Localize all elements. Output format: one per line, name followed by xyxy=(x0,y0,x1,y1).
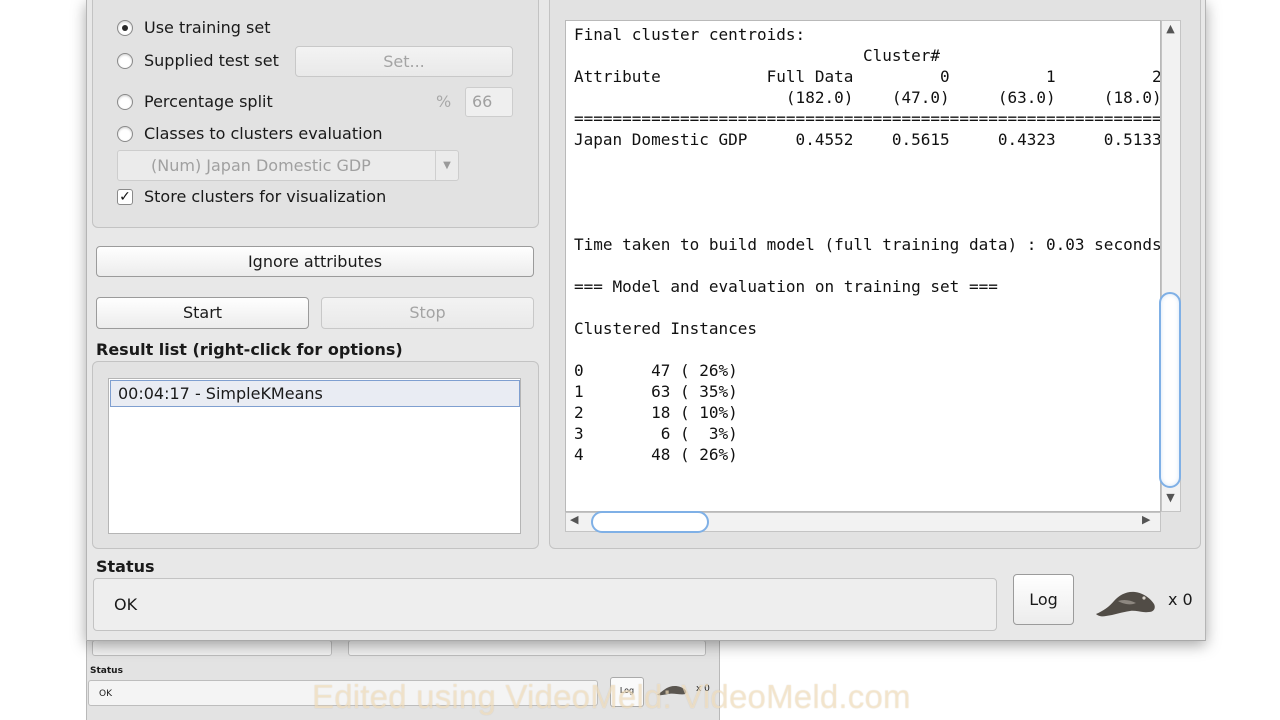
status-count: x 0 xyxy=(1168,590,1193,609)
scroll-right-arrow-icon[interactable]: ▶ xyxy=(1142,513,1150,526)
percentage-split-input[interactable]: 66 xyxy=(465,87,513,117)
output-line: ========================================… xyxy=(574,109,1161,128)
classes-to-clusters-radio[interactable] xyxy=(117,126,133,142)
store-clusters-checkbox[interactable]: ✓ xyxy=(117,189,133,205)
status-message: OK xyxy=(93,578,997,631)
output-horizontal-scroll-thumb[interactable] xyxy=(591,511,709,533)
start-button[interactable]: Start xyxy=(96,297,309,329)
scroll-up-arrow-icon[interactable]: ▲ xyxy=(1163,22,1178,35)
background-status-label: Status xyxy=(90,666,123,676)
output-vertical-scroll-thumb[interactable] xyxy=(1159,292,1181,488)
scroll-left-arrow-icon[interactable]: ◀ xyxy=(570,513,578,526)
output-line: 0 47 ( 26%) xyxy=(574,361,738,380)
watermark-text: Edited using VideoMeld: VideoMeld.com xyxy=(312,678,911,715)
class-attribute-select[interactable]: (Num) Japan Domestic GDP ▼ xyxy=(117,150,459,181)
set-test-set-button[interactable]: Set... xyxy=(295,46,513,77)
class-attribute-selected-value: (Num) Japan Domestic GDP xyxy=(151,156,371,175)
clusterer-output-text[interactable]: Final cluster centroids: Cluster# Attribu… xyxy=(565,20,1161,512)
chevron-down-icon: ▼ xyxy=(435,151,458,180)
classes-to-clusters-label: Classes to clusters evaluation xyxy=(144,124,383,143)
use-training-set-label: Use training set xyxy=(144,18,271,37)
store-clusters-label: Store clusters for visualization xyxy=(144,187,387,206)
percentage-split-label: Percentage split xyxy=(144,92,273,111)
use-training-set-radio[interactable] xyxy=(117,20,133,36)
output-line: 2 18 ( 10%) xyxy=(574,403,738,422)
output-line: Attribute Full Data 0 1 2 xyxy=(574,67,1161,86)
scroll-down-arrow-icon[interactable]: ▼ xyxy=(1163,491,1178,504)
output-line: Japan Domestic GDP 0.4552 0.5615 0.4323 … xyxy=(574,130,1161,149)
background-field-left xyxy=(92,640,332,656)
output-line: 1 63 ( 35%) xyxy=(574,382,738,401)
result-list-title: Result list (right-click for options) xyxy=(96,340,403,359)
output-line: === Model and evaluation on training set… xyxy=(574,277,998,296)
output-line: 4 48 ( 26%) xyxy=(574,445,738,464)
output-line: Time taken to build model (full training… xyxy=(574,235,1161,254)
supplied-test-set-label: Supplied test set xyxy=(144,51,279,70)
log-button[interactable]: Log xyxy=(1013,574,1074,625)
supplied-test-set-radio[interactable] xyxy=(117,53,133,69)
output-line: Cluster# xyxy=(574,46,941,65)
output-line: Clustered Instances xyxy=(574,319,758,338)
output-line: (182.0) (47.0) (63.0) (18.0) xyxy=(574,88,1161,107)
output-line: 3 6 ( 3%) xyxy=(574,424,738,443)
output-line: Final cluster centroids: xyxy=(574,25,806,44)
percent-symbol: % xyxy=(436,92,452,111)
weka-bird-icon[interactable] xyxy=(1094,587,1158,619)
stop-button[interactable]: Stop xyxy=(321,297,534,329)
ignore-attributes-button[interactable]: Ignore attributes xyxy=(96,246,534,277)
result-list-item[interactable]: 00:04:17 - SimpleKMeans xyxy=(110,380,520,407)
status-label: Status xyxy=(96,557,155,576)
background-field-right xyxy=(348,640,706,656)
percentage-split-radio[interactable] xyxy=(117,94,133,110)
